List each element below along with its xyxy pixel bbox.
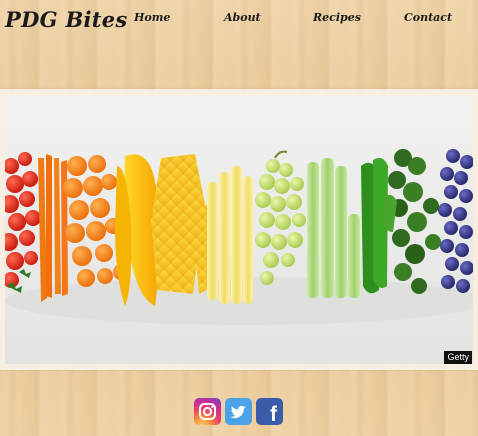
instagram-icon[interactable] (194, 398, 221, 425)
nav-item-contact[interactable]: Contact (404, 11, 452, 24)
nav-item-home[interactable]: Home (134, 11, 170, 24)
nav-item-about[interactable]: About (224, 11, 261, 24)
facebook-glyph: f (270, 403, 277, 426)
photo-credit-badge: Getty (444, 351, 472, 364)
twitter-icon[interactable] (225, 398, 252, 425)
hero-image: Getty (5, 96, 473, 364)
site-header: PDG Bites Home About Recipes Contact (0, 0, 478, 40)
rainbow-produce-illustration (5, 96, 473, 364)
site-logo-text[interactable]: PDG Bites (5, 7, 128, 32)
nav-item-recipes[interactable]: Recipes (313, 11, 361, 24)
facebook-icon[interactable]: f (256, 398, 283, 426)
instagram-glyph-icon (199, 403, 216, 420)
twitter-bird-icon (230, 405, 246, 419)
social-links: f (194, 398, 283, 426)
